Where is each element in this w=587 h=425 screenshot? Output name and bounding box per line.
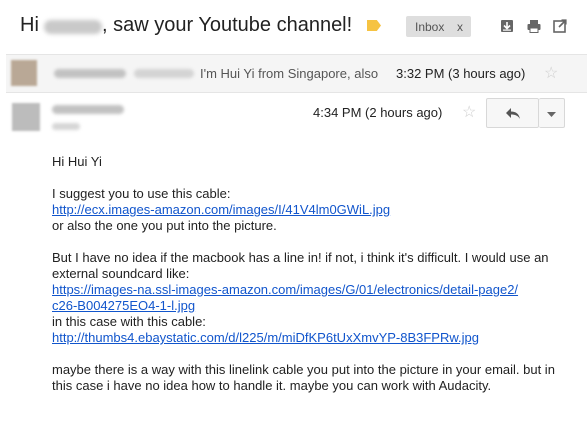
more-actions-button[interactable] — [539, 98, 565, 128]
sender-name-redacted — [52, 105, 124, 114]
avatar — [11, 60, 37, 86]
subject-redacted-name — [44, 20, 102, 34]
paragraph-2: But I have no idea if the macbook has a … — [52, 250, 572, 346]
star-icon[interactable]: ☆ — [462, 102, 476, 122]
paragraph-1: I suggest you to use this cable: http://… — [52, 186, 572, 234]
p1-after: or also the one you put into the picture… — [52, 218, 277, 233]
new-window-icon[interactable] — [553, 19, 567, 33]
avatar — [12, 103, 40, 131]
p1-text: I suggest you to use this cable: — [52, 186, 231, 201]
reply-button[interactable] — [486, 98, 539, 128]
label-tag-icon[interactable] — [367, 20, 381, 31]
p2-mid: in this case with this cable: — [52, 314, 206, 329]
message-body: Hi Hui Yi I suggest you to use this cabl… — [52, 154, 572, 410]
inbox-label-text: Inbox — [415, 20, 445, 34]
inbox-label-chip[interactable]: Inbox x — [406, 16, 471, 37]
thread-header: Hi , saw your Youtube channel! Inbox x — [0, 0, 587, 52]
recipient-redacted — [52, 123, 80, 130]
star-icon[interactable]: ☆ — [544, 63, 558, 83]
greeting: Hi Hui Yi — [52, 154, 102, 169]
sender-email-redacted — [134, 69, 194, 78]
ebay-cable-link[interactable]: http://thumbs4.ebaystatic.com/d/l225/m/m… — [52, 330, 479, 345]
soundcard-link[interactable]: https://images-na.ssl-images-amazon.com/… — [52, 282, 522, 314]
subject-title: , saw your Youtube channel! — [102, 14, 353, 36]
chevron-down-icon — [547, 112, 556, 117]
paragraph-3: maybe there is a way with this linelink … — [52, 362, 555, 393]
sender-name-redacted — [54, 69, 126, 78]
message-time: 4:34 PM (2 hours ago) — [313, 105, 443, 120]
p2-text: But I have no idea if the macbook has a … — [52, 250, 549, 281]
message-snippet: I'm Hui Yi from Singapore, also — [200, 66, 379, 81]
message-time: 3:32 PM (3 hours ago) — [396, 66, 526, 81]
cable-link[interactable]: http://ecx.images-amazon.com/images/I/41… — [52, 202, 390, 217]
subject-prefix: Hi — [20, 14, 39, 36]
download-icon[interactable] — [500, 19, 514, 33]
remove-label-button[interactable]: x — [457, 20, 463, 34]
collapsed-message[interactable]: I'm Hui Yi from Singapore, also 3:32 PM … — [6, 54, 587, 93]
print-icon[interactable] — [527, 19, 541, 33]
reply-icon — [506, 108, 520, 119]
